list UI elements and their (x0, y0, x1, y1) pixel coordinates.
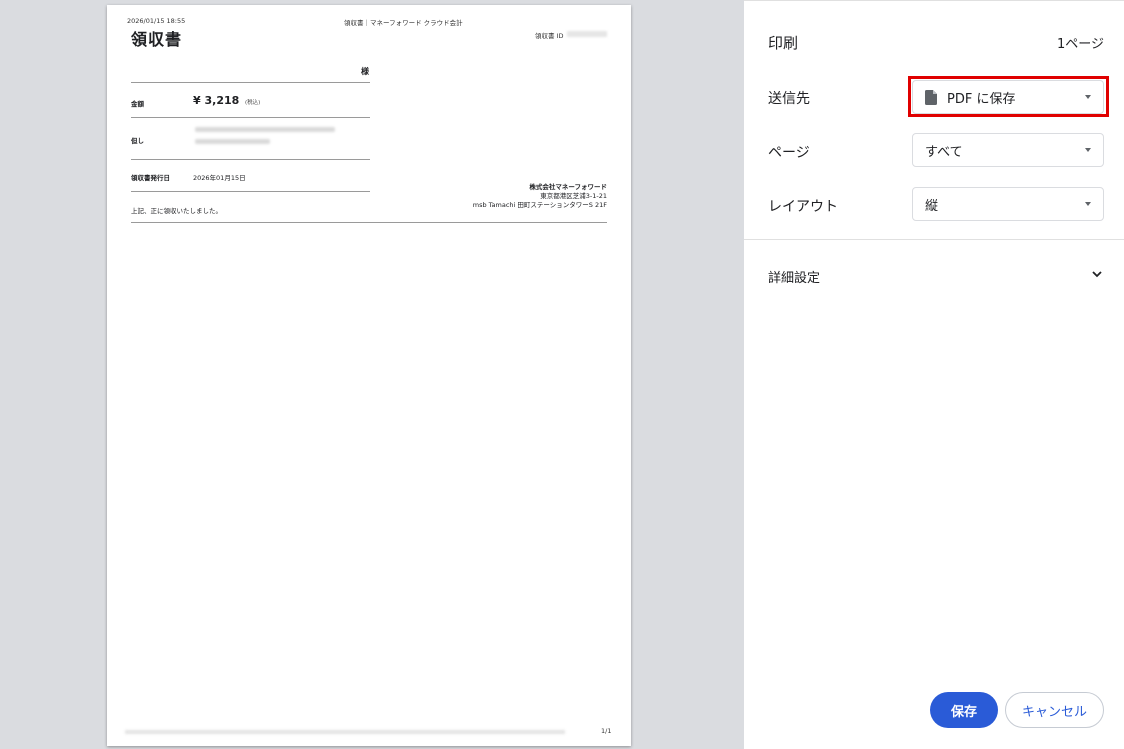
company-block: 株式会社マネーフォワード 東京都港区芝浦3-1-21 msb Tamachi 田… (473, 183, 607, 210)
layout-label: レイアウト (768, 199, 838, 215)
print-settings-panel: 印刷 1ページ 送信先 PDF に保存 ページ すべて レイアウト 縦 詳細設定… (744, 0, 1124, 749)
destination-label: 送信先 (768, 91, 810, 107)
proviso-redacted-line (195, 127, 335, 132)
destination-select[interactable]: PDF に保存 (912, 80, 1104, 114)
pages-label: ページ (768, 145, 810, 161)
cancel-button[interactable]: キャンセル (1005, 692, 1104, 728)
issue-date-rule (131, 191, 370, 192)
proviso-label: 但し (131, 137, 144, 145)
company-name: 株式会社マネーフォワード (529, 183, 607, 191)
receipt-id-label: 領収書 ID (535, 32, 564, 40)
amount-label: 金額 (131, 100, 144, 108)
chevron-down-icon (1085, 95, 1091, 99)
recipient-suffix: 様 (361, 67, 369, 76)
amount-tax-note: (税込) (245, 100, 261, 106)
preview-datetime: 2026/01/15 18:55 (127, 17, 186, 25)
preview-page: 2026/01/15 18:55 領収書｜マネーフォワード クラウド会計 領収書… (107, 5, 631, 746)
bottom-rule (131, 222, 607, 223)
save-button[interactable]: 保存 (930, 692, 998, 728)
chevron-down-icon (1085, 148, 1091, 152)
page-count: 1ページ (1056, 37, 1104, 52)
pages-value: すべて (925, 144, 963, 160)
recipient-rule (131, 82, 370, 83)
panel-title: 印刷 (768, 34, 799, 52)
issue-date-value: 2026年01月15日 (193, 174, 246, 182)
layout-select[interactable]: 縦 (912, 187, 1104, 221)
received-statement: 上記、正に領収いたしました。 (131, 207, 222, 215)
page-number: 1/1 (601, 727, 612, 735)
layout-value: 縦 (925, 198, 939, 214)
advanced-settings-toggle[interactable]: 詳細設定 (768, 267, 820, 286)
issue-date-label: 領収書発行日 (131, 174, 170, 182)
pages-select[interactable]: すべて (912, 133, 1104, 167)
company-address1: 東京都港区芝浦3-1-21 (540, 192, 607, 200)
amount-rule (131, 117, 370, 118)
proviso-redacted-line (195, 139, 270, 144)
amount-value: ¥ 3,218 (193, 94, 240, 107)
receipt-id-redacted (567, 31, 607, 37)
company-address2: msb Tamachi 田町ステーションタワーS 21F (472, 201, 607, 209)
print-preview-area: 2026/01/15 18:55 領収書｜マネーフォワード クラウド会計 領収書… (0, 0, 744, 749)
receipt-title: 領収書 (131, 30, 183, 49)
proviso-rule (131, 159, 370, 160)
panel-divider (744, 239, 1124, 240)
destination-value: PDF に保存 (947, 91, 1016, 107)
footer-redacted-url (125, 730, 565, 734)
file-icon (925, 89, 937, 105)
chevron-down-icon[interactable] (1090, 267, 1104, 281)
preview-header-title: 領収書｜マネーフォワード クラウド会計 (344, 19, 463, 27)
chevron-down-icon (1085, 202, 1091, 206)
